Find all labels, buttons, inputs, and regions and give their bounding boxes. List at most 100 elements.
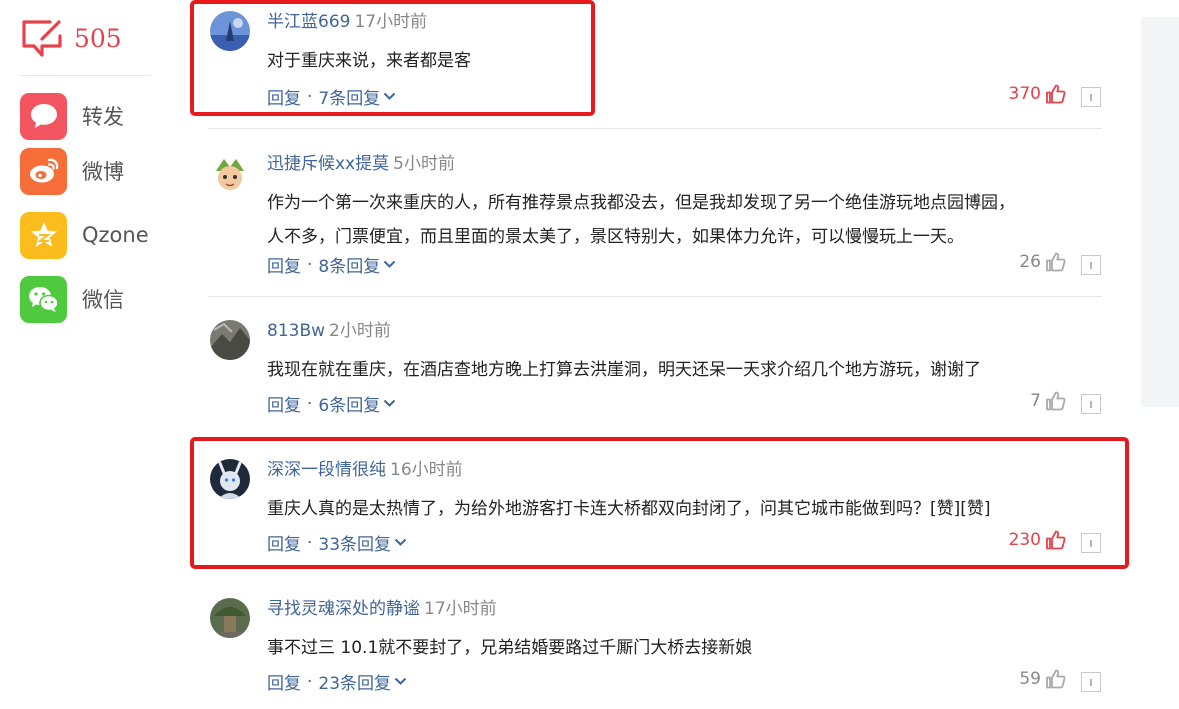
timestamp: 17小时前 [424,599,497,619]
like-button[interactable]: 59 [980,669,1066,689]
comment-text: 作为一个第一次来重庆的人，所有推荐景点我都没去，但是我却发现了另一个绝佳游玩地点… [267,186,1097,254]
comment-item: 迅捷斥候xx提莫 5小时前 作为一个第一次来重庆的人，所有推荐景点我都没去，但是我… [190,142,1130,297]
avatar[interactable] [210,320,250,360]
reply-count-link[interactable]: 7条回复 [318,84,380,109]
chevron-down-icon [394,677,407,685]
timestamp: 16小时前 [390,460,463,480]
report-button[interactable] [1081,394,1101,414]
share-rail: 505 转发 微博 Qzone 微信 [0,0,160,709]
reply-button[interactable]: 回复 [267,530,301,555]
comment-actions: 回复 · 23条回复 [267,669,407,694]
comment-text-line: 作为一个第一次来重庆的人，所有推荐景点我都没去，但是我却发现了另一个绝佳游玩地点… [267,193,1015,213]
timestamp: 17小时前 [354,12,428,32]
report-button[interactable] [1081,87,1101,107]
rail-divider [20,75,151,76]
like-button[interactable]: 370 [980,84,1066,104]
comment-text: 我现在就在重庆，在酒店查地方晚上打算去洪崖洞，明天还呆一天求介绍几个地方游玩，谢… [267,353,1097,387]
report-button[interactable] [1081,672,1101,692]
report-button[interactable] [1081,255,1101,275]
separator-dot: · [307,86,313,107]
like-count: 370 [1008,84,1041,104]
comment-count-number: 505 [74,23,122,53]
comment-actions: 回复 · 8条回复 [267,252,396,277]
share-qzone-button[interactable]: Qzone [20,211,160,259]
divider [208,296,1102,297]
avatar[interactable] [210,11,250,51]
like-button[interactable]: 26 [980,252,1066,272]
chat-bubble-icon [20,92,67,140]
comment-item: 深深一段情很纯 16小时前 重庆人真的是太热情了，为给外地游客打卡连大桥都双向封闭… [190,448,1130,568]
comment-item: 半江蓝669 17小时前 对于重庆来说，来者都是客 回复 · 7条回复 370 [190,0,1130,115]
side-panel-strip [1141,17,1179,407]
like-count: 26 [1019,252,1041,272]
share-forward-label: 转发 [82,105,124,129]
reply-button[interactable]: 回复 [267,391,301,416]
chevron-down-icon [384,92,396,100]
share-wechat-label: 微信 [82,288,124,312]
weibo-icon [20,147,67,195]
reply-button[interactable]: 回复 [267,252,301,277]
wechat-icon [20,275,67,323]
like-count: 59 [1019,669,1041,689]
comment-count[interactable]: 505 [20,16,122,60]
divider [208,128,1102,129]
comment-meta: 813Bw 2小时前 [267,319,391,343]
comment-actions: 回复 · 33条回复 [267,530,407,555]
comment-text-line: 事不过三 10.1就不要封了，兄弟结婚要路过千厮门大桥去接新娘 [267,638,753,658]
chevron-down-icon [384,260,396,268]
share-wechat-button[interactable]: 微信 [20,275,160,323]
comment-text-line: 人不多，门票便宜，而且里面的景太美了，景区特别大，如果体力允许，可以慢慢玩上一天… [267,227,964,247]
avatar[interactable] [210,459,250,499]
separator-dot: · [307,532,313,553]
chevron-down-icon [394,538,407,546]
reply-count-link[interactable]: 23条回复 [318,669,391,694]
timestamp: 5小时前 [393,154,455,174]
username[interactable]: 寻找灵魂深处的静谧 [267,599,420,619]
username[interactable]: 813Bw [267,321,325,341]
share-forward-button[interactable]: 转发 [20,92,160,140]
reply-button[interactable]: 回复 [267,84,301,109]
username[interactable]: 迅捷斥候xx提莫 [267,154,389,174]
like-count: 230 [1008,530,1041,550]
share-weibo-button[interactable]: 微博 [20,147,160,195]
timestamp: 2小时前 [329,321,391,341]
comment-actions: 回复 · 6条回复 [267,391,396,416]
username[interactable]: 半江蓝669 [267,12,350,32]
comment-meta: 深深一段情很纯 16小时前 [267,458,463,482]
comment-item: 813Bw 2小时前 我现在就在重庆，在酒店查地方晚上打算去洪崖洞，明天还呆一天求… [190,309,1130,434]
thumbs-up-icon [1046,669,1066,689]
report-button[interactable] [1081,533,1101,553]
chevron-down-icon [384,399,396,407]
comment-meta: 半江蓝669 17小时前 [267,10,427,34]
reply-count-link[interactable]: 6条回复 [318,391,380,416]
thumbs-up-icon [1046,252,1066,272]
separator-dot: · [307,393,313,414]
thumbs-up-icon [1046,84,1066,104]
like-button[interactable]: 7 [980,391,1066,411]
comment-text: 对于重庆来说，来者都是客 [267,44,1097,78]
reply-count-link[interactable]: 8条回复 [318,252,380,277]
share-weibo-label: 微博 [82,160,124,184]
avatar[interactable] [210,153,250,193]
comment-text: 事不过三 10.1就不要封了，兄弟结婚要路过千厮门大桥去接新娘 [267,631,1097,665]
reply-button[interactable]: 回复 [267,669,301,694]
username[interactable]: 深深一段情很纯 [267,460,386,480]
comment-actions: 回复 · 7条回复 [267,84,396,109]
comment-meta: 迅捷斥候xx提莫 5小时前 [267,152,455,176]
thumbs-up-icon [1046,530,1066,550]
like-count: 7 [1030,391,1041,411]
comment-text: 重庆人真的是太热情了，为给外地游客打卡连大桥都双向封闭了，问其它城市能做到吗？[… [267,492,1097,526]
comment-edit-icon [22,20,62,57]
avatar[interactable] [210,598,250,638]
comment-text-line: 我现在就在重庆，在酒店查地方晚上打算去洪崖洞，明天还呆一天求介绍几个地方游玩，谢… [267,360,981,380]
reply-count-link[interactable]: 33条回复 [318,530,391,555]
separator-dot: · [307,671,313,692]
comment-text-line: 重庆人真的是太热情了，为给外地游客打卡连大桥都双向封闭了，问其它城市能做到吗？[… [267,499,991,519]
like-button[interactable]: 230 [980,530,1066,550]
comment-text-line: 对于重庆来说，来者都是客 [267,51,471,71]
thumbs-up-icon [1046,391,1066,411]
separator-dot: · [307,254,313,275]
comment-meta: 寻找灵魂深处的静谧 17小时前 [267,597,497,621]
comment-item: 寻找灵魂深处的静谧 17小时前 事不过三 10.1就不要封了，兄弟结婚要路过千厮门… [190,587,1130,709]
share-qzone-label: Qzone [82,223,149,247]
